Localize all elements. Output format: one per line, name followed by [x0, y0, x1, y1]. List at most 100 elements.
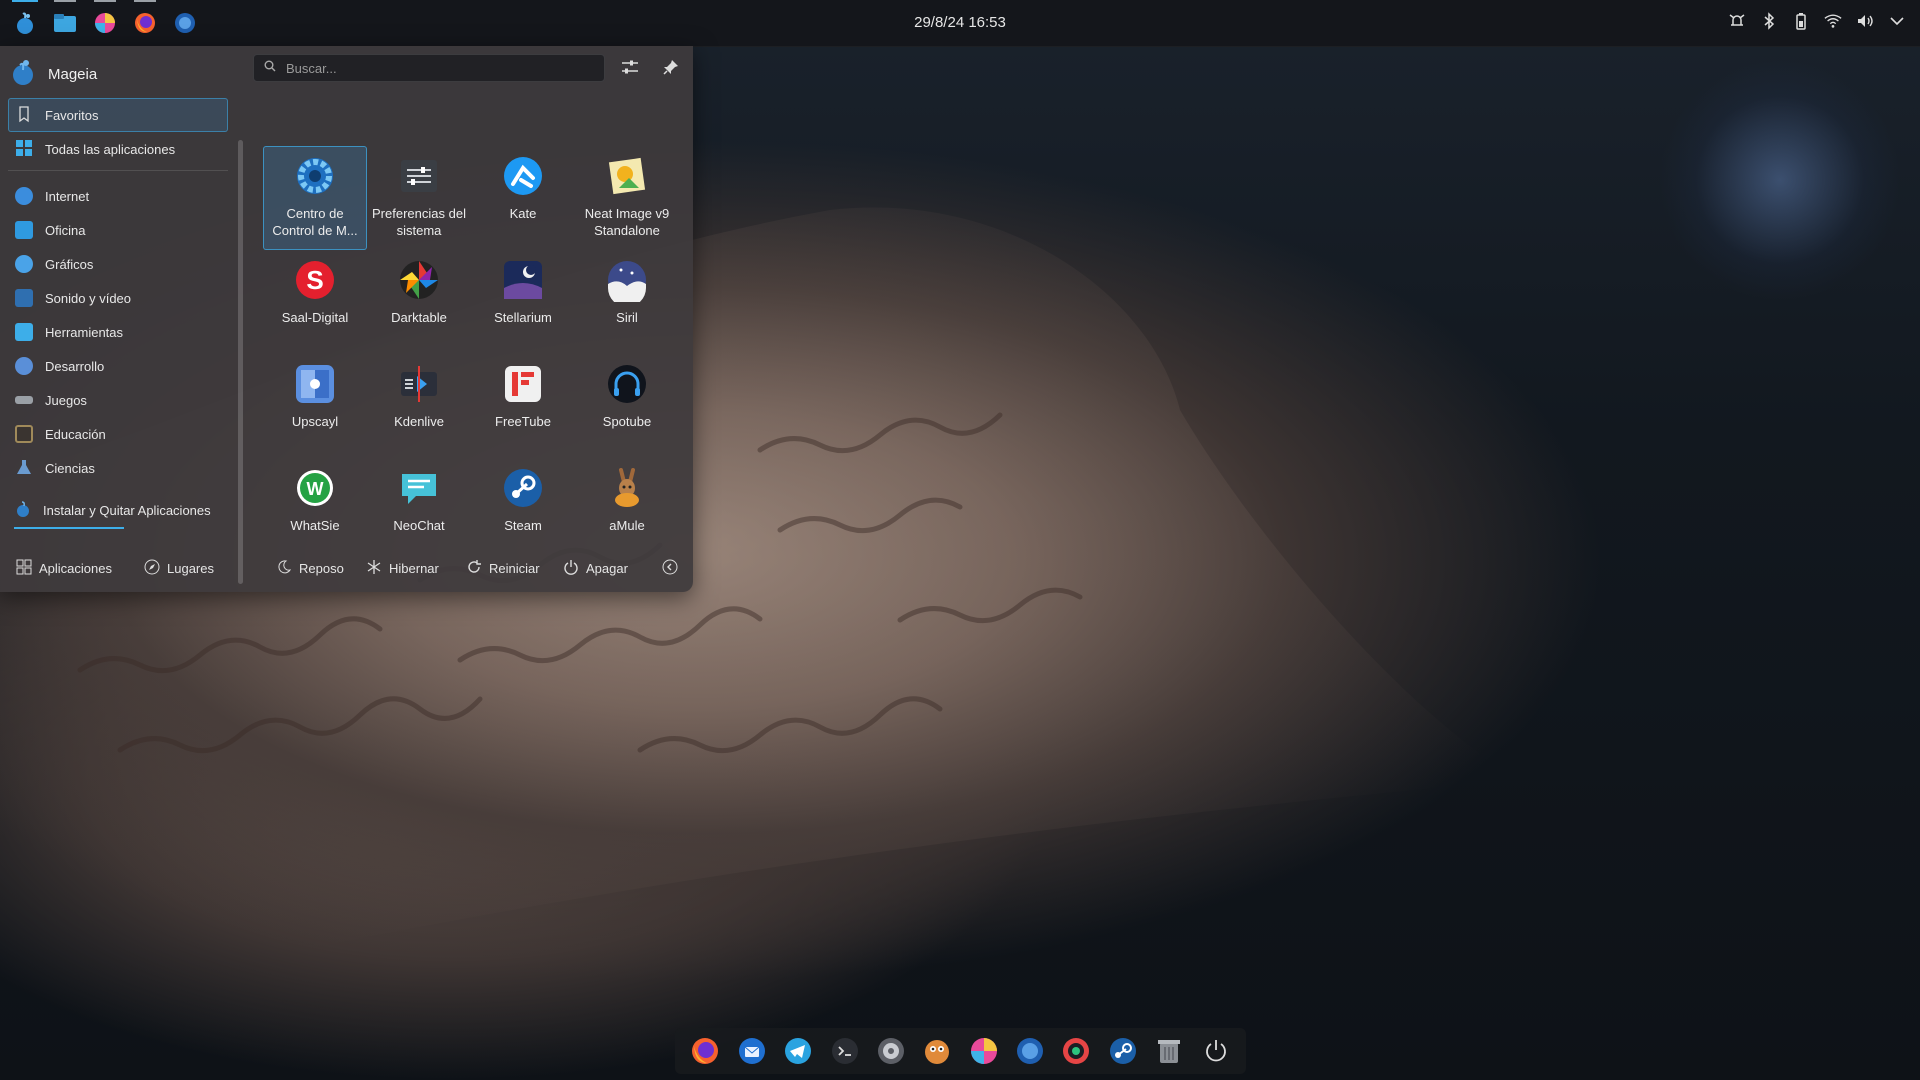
category-label: Gráficos: [45, 256, 94, 272]
app-freetube[interactable]: FreeTube: [471, 354, 575, 458]
category-juegos[interactable]: Juegos: [8, 383, 228, 417]
clock[interactable]: 29/8/24 16:53: [0, 14, 1920, 31]
app-label: Siril: [616, 310, 638, 325]
svg-text:W: W: [307, 479, 324, 499]
leave-more-button[interactable]: [662, 556, 678, 580]
app-steam[interactable]: Steam: [471, 458, 575, 562]
top-panel: 29/8/24 16:53: [0, 0, 1920, 47]
search-input[interactable]: [284, 59, 588, 77]
category-instalar-aplicaciones[interactable]: Instalar y Quitar Aplicaciones: [8, 493, 228, 527]
volume-icon[interactable]: [1856, 12, 1874, 30]
search-icon: [264, 59, 276, 77]
category-ciencias[interactable]: Ciencias: [8, 451, 228, 485]
app-spotube[interactable]: Spotube: [575, 354, 679, 458]
category-label: Juegos: [45, 392, 87, 408]
steam-icon: [500, 465, 546, 511]
category-internet[interactable]: Internet: [8, 179, 228, 213]
category-herramientas[interactable]: Herramientas: [8, 315, 228, 349]
search-box[interactable]: [253, 54, 605, 82]
app-kate[interactable]: Kate: [471, 146, 575, 250]
restart-button[interactable]: Reiniciar: [466, 556, 540, 580]
category-desarrollo[interactable]: Desarrollo: [8, 349, 228, 383]
applications-tab[interactable]: Aplicaciones: [16, 556, 112, 580]
user-avatar-icon[interactable]: [10, 58, 36, 91]
dock-aperture-icon[interactable]: [875, 1035, 907, 1067]
category-sonido-y-video[interactable]: Sonido y vídeo: [8, 281, 228, 315]
hibernate-label: Hibernar: [389, 560, 439, 576]
app-label: Steam: [504, 518, 542, 533]
category-separator: [8, 170, 228, 171]
dock-trash-icon[interactable]: [1153, 1035, 1185, 1067]
category-label: Sonido y vídeo: [45, 290, 132, 306]
installer-underline: [14, 527, 124, 529]
restart-label: Reiniciar: [489, 560, 540, 576]
app-label: Preferencias del sistema: [372, 206, 466, 238]
grid-icon: [16, 559, 32, 578]
user-name: Mageia: [48, 65, 98, 83]
dock-firefox-icon[interactable]: [689, 1035, 721, 1067]
moon-icon: [276, 559, 292, 578]
app-siril[interactable]: Siril: [575, 250, 679, 354]
app-upscayl[interactable]: Upscayl: [263, 354, 367, 458]
sleep-button[interactable]: Reposo: [276, 556, 344, 580]
app-label: Centro de Control de M...: [272, 206, 358, 238]
configure-button[interactable]: [617, 56, 643, 82]
app-kdenlive[interactable]: Kdenlive: [367, 354, 471, 458]
category-todas-las-aplicaciones[interactable]: Todas las aplicaciones: [8, 132, 228, 166]
pin-button[interactable]: [658, 56, 684, 82]
freetube-icon: [500, 361, 546, 407]
sliders-icon: [621, 59, 639, 80]
office-icon: [15, 221, 33, 239]
app-whatsie[interactable]: W WhatSie: [263, 458, 367, 562]
app-label: Saal-Digital: [281, 310, 349, 325]
development-icon: [15, 357, 33, 375]
dock-power-icon[interactable]: [1200, 1035, 1232, 1067]
dock-thunderbird-icon[interactable]: [736, 1035, 768, 1067]
dock-krita-icon[interactable]: [968, 1035, 1000, 1067]
app-label: Neat Image v9 Standalone: [584, 206, 670, 238]
chevron-down-icon[interactable]: [1888, 12, 1906, 30]
globe-icon: [15, 187, 33, 205]
restart-icon: [466, 559, 482, 578]
category-scrollbar[interactable]: [238, 140, 243, 584]
dock-gimp-icon[interactable]: [921, 1035, 953, 1067]
dock-globe-icon[interactable]: [1014, 1035, 1046, 1067]
app-label: FreeTube: [495, 414, 551, 429]
bookmark-icon: [15, 105, 33, 126]
app-darktable[interactable]: Darktable: [367, 250, 471, 354]
power-icon: [563, 559, 579, 578]
multimedia-icon: [15, 289, 33, 307]
app-amule[interactable]: aMule: [575, 458, 679, 562]
category-label: Educación: [45, 426, 106, 442]
siril-icon: [604, 257, 650, 303]
app-stellarium[interactable]: Stellarium: [471, 250, 575, 354]
battery-icon[interactable]: [1792, 12, 1810, 30]
shutdown-label: Apagar: [586, 560, 628, 576]
bluetooth-icon[interactable]: [1760, 12, 1778, 30]
app-centro-de-control[interactable]: Centro de Control de M...: [263, 146, 367, 250]
flask-icon: [15, 458, 33, 479]
app-neochat[interactable]: NeoChat: [367, 458, 471, 562]
app-label: NeoChat: [393, 518, 445, 533]
dock-steam-icon[interactable]: [1107, 1035, 1139, 1067]
app-saal-digital[interactable]: S Saal-Digital: [263, 250, 367, 354]
notifications-icon[interactable]: [1728, 12, 1746, 30]
places-tab[interactable]: Lugares: [144, 556, 214, 580]
dock-terminal-icon[interactable]: [829, 1035, 861, 1067]
graphics-icon: [15, 255, 33, 273]
app-neat-image[interactable]: Neat Image v9 Standalone: [575, 146, 679, 250]
category-favoritos[interactable]: Favoritos: [8, 98, 228, 132]
wifi-icon[interactable]: [1824, 12, 1842, 30]
dock-record-icon[interactable]: [1060, 1035, 1092, 1067]
hibernate-button[interactable]: Hibernar: [366, 556, 439, 580]
category-oficina[interactable]: Oficina: [8, 213, 228, 247]
app-label: Kate: [509, 206, 537, 221]
app-preferencias-del-sistema[interactable]: Preferencias del sistema: [367, 146, 471, 250]
shutdown-button[interactable]: Apagar: [563, 556, 628, 580]
mageia-drop-icon: [15, 500, 31, 521]
category-graficos[interactable]: Gráficos: [8, 247, 228, 281]
snowflake-icon: [366, 559, 382, 578]
dock-telegram-icon[interactable]: [782, 1035, 814, 1067]
category-list: Favoritos Todas las aplicaciones Interne…: [8, 98, 228, 529]
category-educacion[interactable]: Educación: [8, 417, 228, 451]
